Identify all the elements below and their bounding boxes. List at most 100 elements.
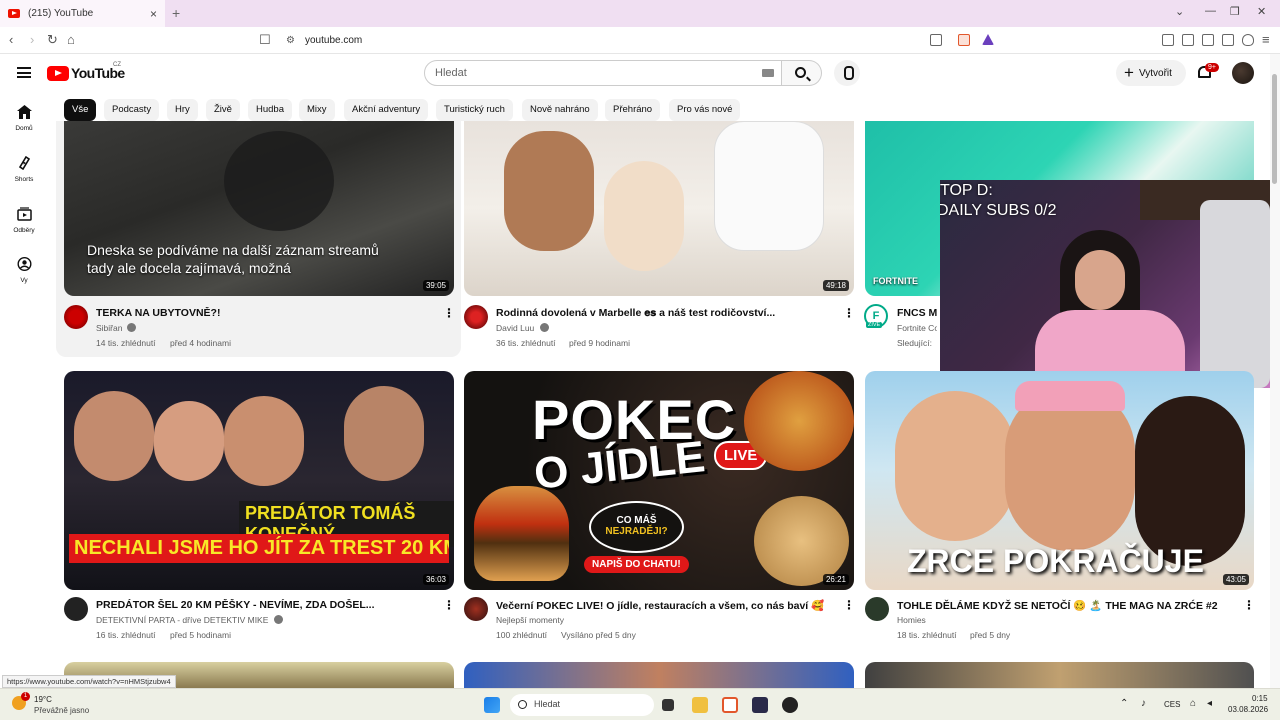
chip-games[interactable]: Hry <box>167 99 198 121</box>
guide-item-home[interactable]: Domů <box>0 105 48 132</box>
url-field[interactable]: youtube.com <box>305 35 362 46</box>
network-icon[interactable]: ⌂ <box>1190 698 1196 709</box>
channel-avatar[interactable] <box>865 597 889 621</box>
chip-live[interactable]: Živě <box>206 99 240 121</box>
back-icon[interactable]: ‹ <box>9 32 13 47</box>
chip-new-to-you[interactable]: Pro vás nové <box>669 99 741 121</box>
more-options-icon[interactable]: ⋮ <box>843 306 855 320</box>
rewards-icon[interactable] <box>982 34 994 45</box>
video-thumbnail[interactable]: 49:18 <box>464 121 854 296</box>
brave-browser-icon[interactable] <box>722 697 738 713</box>
forward-icon[interactable]: › <box>30 32 34 47</box>
bookmark-icon[interactable]: ☐ <box>259 32 271 48</box>
create-button[interactable]: + Vytvořit <box>1116 60 1186 86</box>
chip-music[interactable]: Hudba <box>248 99 292 121</box>
app-icon[interactable] <box>752 697 768 713</box>
search-input[interactable]: Hledat <box>424 60 782 86</box>
voice-search-button[interactable] <box>834 60 860 86</box>
chip-mixes[interactable]: Mixy <box>299 99 335 121</box>
chip-tourism[interactable]: Turistický ruch <box>436 99 513 121</box>
weather-temp[interactable]: 19°C <box>34 695 52 704</box>
clock-time[interactable]: 0:15 <box>1252 694 1268 703</box>
chip-action-adventure[interactable]: Akční adventury <box>344 99 429 121</box>
wallet-icon[interactable] <box>1202 34 1214 46</box>
hamburger-menu-icon[interactable] <box>17 67 31 78</box>
close-tab-icon[interactable]: × <box>150 7 157 21</box>
video-title[interactable]: FNCS MA <box>897 307 937 319</box>
video-title[interactable]: Rodinná dovolená v Marbelle ﻿𝐞𝐬 a náš te… <box>496 307 826 320</box>
youtube-logo-icon[interactable] <box>47 66 69 81</box>
more-options-icon[interactable]: ⋮ <box>843 598 855 612</box>
minimize-icon[interactable]: — <box>1205 5 1216 17</box>
guide-item-shorts[interactable]: Shorts <box>0 155 48 183</box>
video-thumbnail[interactable]: PREDÁTOR TOMÁŠ KONEČNÝ NECHALI JSME HO J… <box>64 371 454 590</box>
channel-avatar[interactable] <box>464 305 488 329</box>
live-badge: ŽIVĚ <box>866 322 883 328</box>
cast-icon[interactable] <box>930 34 942 46</box>
stream-overlay[interactable]: TOP D: DAILY SUBS 0/2 <box>940 180 1280 388</box>
channel-name[interactable]: Fortnite Co <box>897 323 937 333</box>
new-tab-button[interactable]: + <box>172 5 180 21</box>
more-options-icon[interactable]: ⋮ <box>443 598 455 612</box>
microphone-icon[interactable]: ♪ <box>1141 698 1146 709</box>
search-button[interactable] <box>782 60 822 86</box>
chip-watched[interactable]: Přehráno <box>605 99 661 121</box>
thumb-burger <box>474 486 569 581</box>
channel-name[interactable]: Sibiřan <box>96 323 122 333</box>
channel-name[interactable]: DETEKTIVNÍ PARTA - dříve DETEKTIV MIKE <box>96 615 268 625</box>
guide-item-you[interactable]: Vy <box>0 256 48 284</box>
video-thumbnail-partial[interactable] <box>865 662 1254 688</box>
channel-avatar[interactable] <box>64 305 88 329</box>
brave-shield-icon[interactable] <box>958 34 970 46</box>
site-info-icon[interactable]: ⚙ <box>286 35 295 46</box>
menu-icon[interactable]: ≡ <box>1262 32 1270 47</box>
sidebar-icon[interactable] <box>1182 34 1194 46</box>
leo-icon[interactable] <box>1222 34 1234 46</box>
chip-podcasts[interactable]: Podcasty <box>104 99 160 121</box>
taskbar-search[interactable]: Hledat <box>510 694 654 716</box>
obs-icon[interactable] <box>782 697 798 713</box>
close-window-icon[interactable]: ✕ <box>1257 5 1266 18</box>
video-thumbnail[interactable]: POKEC O JÍDLE LIVE CO MÁŠ NEJRADĚJI? NAPI… <box>464 371 854 590</box>
maximize-icon[interactable]: ❐ <box>1230 5 1240 18</box>
start-button-icon[interactable] <box>484 697 500 713</box>
video-thumbnail-partial[interactable] <box>464 662 854 688</box>
chip-all[interactable]: Vše <box>64 99 97 121</box>
scrollbar-thumb[interactable] <box>1272 74 1277 184</box>
volume-icon[interactable]: ◂ <box>1207 698 1212 709</box>
video-title[interactable]: TERKA NA UBYTOVNĚ?! <box>96 307 426 319</box>
channel-name[interactable]: Nejlepší momenty <box>496 615 564 625</box>
account-avatar[interactable] <box>1232 62 1254 84</box>
input-language[interactable]: CES <box>1164 700 1180 709</box>
channel-name[interactable]: Homies <box>897 615 926 625</box>
channel-avatar[interactable] <box>64 597 88 621</box>
channel-name[interactable]: David Luu <box>496 323 534 333</box>
file-explorer-icon[interactable] <box>692 697 708 713</box>
more-options-icon[interactable]: ⋮ <box>443 306 455 320</box>
reload-icon[interactable]: ↻ <box>47 32 58 48</box>
keyboard-icon[interactable] <box>762 69 774 77</box>
browser-tab[interactable]: (215) YouTube × <box>0 0 165 27</box>
video-title[interactable]: PREDÁTOR ŠEL 20 KM PĚŠKY - NEVÍME, ZDA D… <box>96 599 426 611</box>
thumb-figure <box>224 131 334 231</box>
video-thumbnail[interactable]: Dneska se podíváme na další záznam strea… <box>64 121 454 296</box>
channel-avatar[interactable] <box>464 597 488 621</box>
video-thumbnail[interactable]: ZRCE POKRAČUJE 43:05 <box>865 371 1254 590</box>
tab-list-chevron-icon[interactable]: ⌄ <box>1175 5 1184 18</box>
vpn-icon[interactable] <box>1242 34 1254 46</box>
video-title[interactable]: TOHLE DĚLÁME KDYŽ SE NETOČÍ 🥴 🏝️ THE MAG… <box>897 599 1227 612</box>
guide-item-subscriptions[interactable]: Odběry <box>0 207 48 234</box>
tray-chevron-icon[interactable]: ⌃ <box>1120 698 1128 709</box>
task-view-icon[interactable] <box>662 699 674 711</box>
page-scrollbar[interactable] <box>1270 54 1280 688</box>
bubble-line-1: CO MÁŠ <box>616 515 657 526</box>
more-options-icon[interactable]: ⋮ <box>1243 598 1255 612</box>
music-icon[interactable] <box>1162 34 1174 46</box>
duration-badge: 49:18 <box>822 280 849 291</box>
home-icon[interactable]: ⌂ <box>67 32 75 47</box>
video-title[interactable]: Večerní POKEC LIVE! O jídle, restauracíc… <box>496 599 826 612</box>
weather-desc[interactable]: Převážně jasno <box>34 706 89 715</box>
clock-date[interactable]: 03.08.2026 <box>1228 705 1268 714</box>
view-count: 36 tis. zhlédnutí <box>496 338 556 348</box>
chip-recently-uploaded[interactable]: Nově nahráno <box>522 99 598 121</box>
